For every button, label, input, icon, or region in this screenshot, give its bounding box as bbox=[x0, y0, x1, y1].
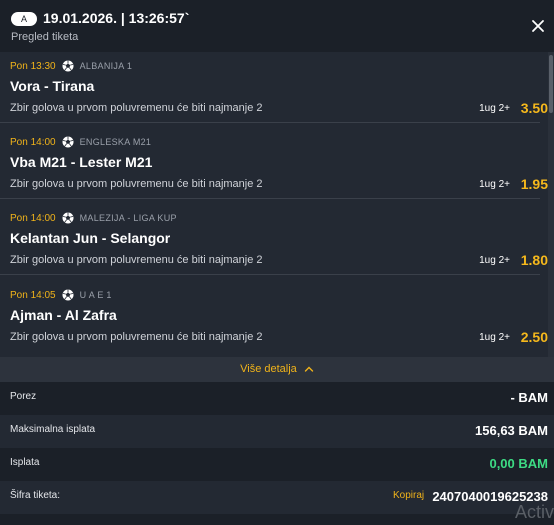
match-time: Pon 13:30 bbox=[10, 60, 56, 72]
ticket-code-row: Šifra tiketa: Kopiraj 2407040019625238 bbox=[0, 481, 554, 514]
soccer-ball-icon bbox=[62, 60, 74, 72]
match-item[interactable]: Pon 14:05 U A E 1 Ajman - Al Zafra Zbir … bbox=[0, 281, 548, 357]
pick-label: 1ug 2+ bbox=[479, 255, 510, 266]
tax-value: - BAM bbox=[510, 390, 548, 405]
divider bbox=[0, 274, 540, 275]
market-description: Zbir golova u prvom poluvremenu će biti … bbox=[10, 254, 263, 266]
match-teams: Vba M21 - Lester M21 bbox=[10, 154, 153, 170]
match-time: Pon 14:05 bbox=[10, 289, 56, 301]
match-meta: Pon 14:05 U A E 1 bbox=[10, 288, 112, 302]
match-list: Pon 13:30 ALBANIJA 1 Vora - Tirana Zbir … bbox=[0, 52, 554, 357]
match-item[interactable]: Pon 14:00 ENGLESKA M21 Vba M21 - Lester … bbox=[0, 128, 548, 204]
market-description: Zbir golova u prvom poluvremenu će biti … bbox=[10, 331, 263, 343]
match-teams: Ajman - Al Zafra bbox=[10, 307, 117, 323]
tax-label: Porez bbox=[10, 391, 37, 402]
max-payout-row: Maksimalna isplata 156,63 BAM bbox=[0, 415, 554, 448]
match-item[interactable]: Pon 14:00 MALEZIJA - LIGA KUP Kelantan J… bbox=[0, 204, 548, 280]
match-teams: Vora - Tirana bbox=[10, 78, 95, 94]
more-details-label: Više detalja bbox=[240, 363, 297, 375]
market-description: Zbir golova u prvom poluvremenu će biti … bbox=[10, 178, 263, 190]
league-name: ALBANIJA 1 bbox=[79, 61, 133, 71]
ticket-badge: A bbox=[11, 12, 37, 26]
match-teams: Kelantan Jun - Selangor bbox=[10, 230, 171, 246]
market-description: Zbir golova u prvom poluvremenu će biti … bbox=[10, 102, 263, 114]
pick-label: 1ug 2+ bbox=[479, 332, 510, 343]
divider bbox=[0, 122, 540, 123]
more-details-button[interactable]: Više detalja bbox=[0, 357, 554, 382]
max-payout-label: Maksimalna isplata bbox=[10, 424, 96, 435]
soccer-ball-icon bbox=[62, 136, 74, 148]
odd-value: 2.50 bbox=[520, 329, 548, 345]
close-icon[interactable] bbox=[530, 18, 546, 34]
divider bbox=[0, 198, 540, 199]
league-name: MALEZIJA - LIGA KUP bbox=[79, 213, 177, 223]
soccer-ball-icon bbox=[62, 212, 74, 224]
match-meta: Pon 14:00 MALEZIJA - LIGA KUP bbox=[10, 211, 177, 225]
league-name: U A E 1 bbox=[79, 290, 112, 300]
pick-label: 1ug 2+ bbox=[479, 103, 510, 114]
activation-watermark: Activ bbox=[515, 502, 554, 522]
soccer-ball-icon bbox=[62, 289, 74, 301]
odd-value: 1.95 bbox=[520, 176, 548, 192]
match-time: Pon 14:00 bbox=[10, 212, 56, 224]
league-name: ENGLESKA M21 bbox=[79, 137, 152, 147]
match-meta: Pon 14:00 ENGLESKA M21 bbox=[10, 135, 151, 149]
ticket-datetime: 19.01.2026. | 13:26:57` bbox=[43, 10, 190, 26]
chevron-up-icon bbox=[304, 366, 314, 372]
odd-value: 1.80 bbox=[520, 252, 548, 268]
ticket-subtitle: Pregled tiketa bbox=[11, 31, 79, 43]
payout-row: Isplata 0,00 BAM bbox=[0, 448, 554, 481]
match-time: Pon 14:00 bbox=[10, 136, 56, 148]
odd-value: 3.50 bbox=[520, 100, 548, 116]
match-item[interactable]: Pon 13:30 ALBANIJA 1 Vora - Tirana Zbir … bbox=[0, 52, 548, 128]
match-meta: Pon 13:30 ALBANIJA 1 bbox=[10, 59, 132, 73]
payout-value: 0,00 BAM bbox=[489, 456, 548, 471]
copy-button[interactable]: Kopiraj bbox=[393, 490, 424, 501]
max-payout-value: 156,63 BAM bbox=[475, 423, 548, 438]
tax-row: Porez - BAM bbox=[0, 382, 554, 415]
scrollbar-thumb[interactable] bbox=[549, 55, 553, 113]
pick-label: 1ug 2+ bbox=[479, 179, 510, 190]
ticket-code-label: Šifra tiketa: bbox=[10, 490, 61, 501]
ticket-header: A 19.01.2026. | 13:26:57` Pregled tiketa bbox=[0, 0, 554, 48]
payout-label: Isplata bbox=[10, 457, 40, 468]
